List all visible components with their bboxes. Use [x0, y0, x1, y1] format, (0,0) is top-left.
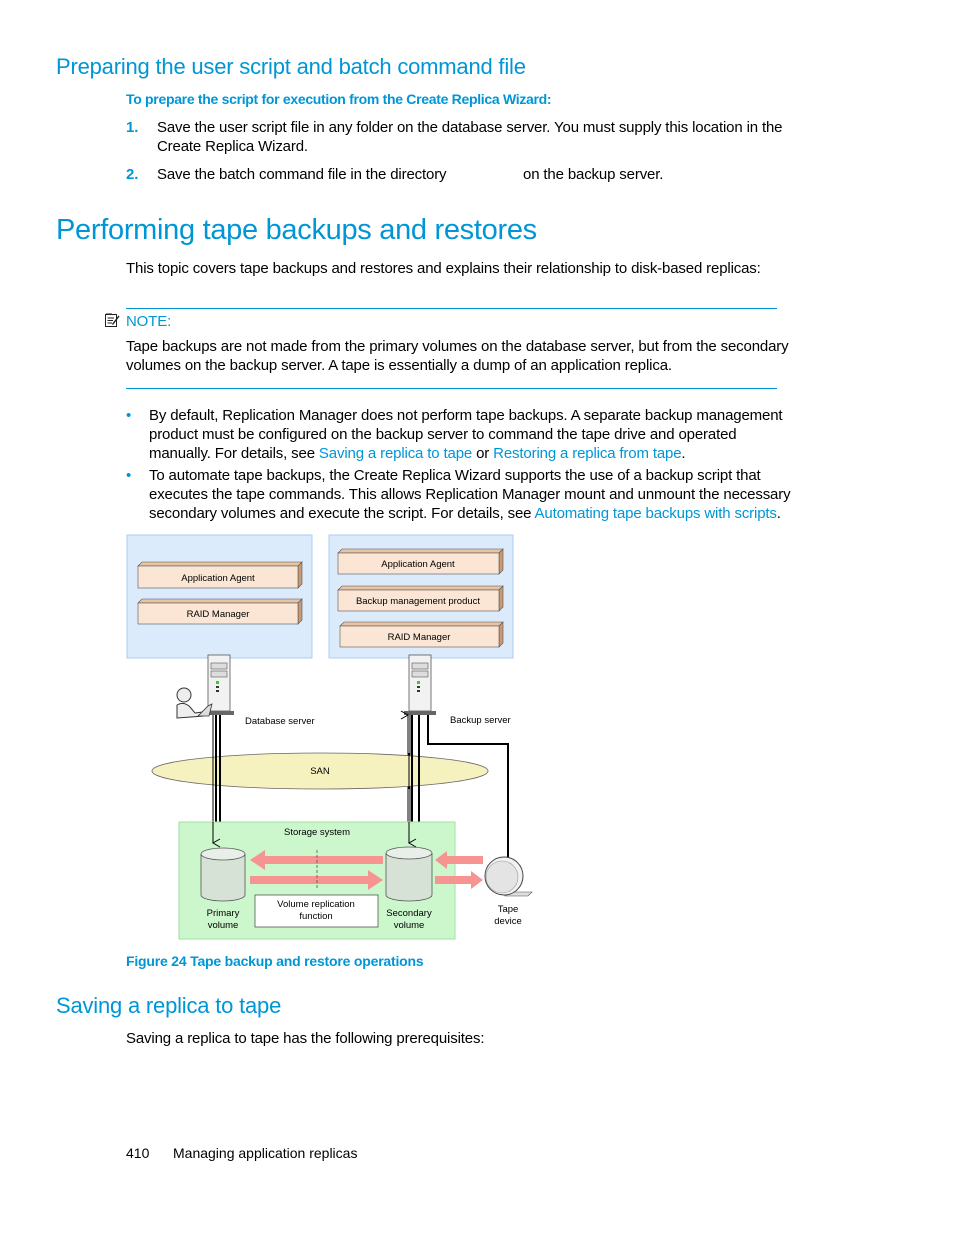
component-label: RAID Manager — [187, 609, 250, 620]
user-icon — [176, 687, 213, 719]
saving-intro-text: Saving a replica to tape has the followi… — [126, 1030, 485, 1047]
tape-device-label: device — [494, 916, 521, 927]
primary-volume-label: Primary — [207, 908, 240, 919]
component-label: RAID Manager — [388, 632, 451, 643]
component-raid-manager-backup: RAID Manager — [339, 621, 504, 648]
page-number: 410 — [126, 1145, 150, 1161]
tape-device-label: Tape — [498, 904, 519, 915]
volume-replication-label: Volume replication — [277, 899, 355, 910]
chapter-title: Managing application replicas — [173, 1145, 358, 1161]
backup-server-icon — [404, 654, 436, 715]
backup-server-label: Backup server — [450, 715, 511, 726]
component-label: Application Agent — [181, 573, 255, 584]
component-application-agent-db: Application Agent — [137, 561, 303, 589]
database-server-label: Database server — [245, 716, 315, 727]
secondary-volume-label: Secondary — [386, 908, 432, 919]
database-server-box — [126, 534, 313, 659]
figure-diagram: Application Agent RAID Manager Applicati… — [126, 534, 533, 940]
secondary-volume-label: volume — [394, 920, 425, 931]
section-heading-saving: Saving a replica to tape — [56, 993, 282, 1018]
secondary-volume-icon — [385, 846, 433, 902]
primary-volume-label: volume — [208, 920, 239, 931]
storage-system-label: Storage system — [284, 827, 350, 838]
component-application-agent-backup: Application Agent — [337, 548, 504, 575]
component-label: Backup management product — [356, 596, 480, 607]
component-label: Application Agent — [381, 559, 455, 570]
san-label: SAN — [310, 766, 330, 777]
component-backup-management-product: Backup management product — [337, 585, 504, 612]
database-server-icon — [202, 654, 234, 715]
tape-device-icon — [484, 856, 533, 897]
figure-caption: Figure 24 Tape backup and restore operat… — [126, 953, 424, 969]
volume-replication-label: function — [299, 911, 332, 922]
component-raid-manager-db: RAID Manager — [137, 598, 303, 625]
primary-volume-icon — [200, 847, 246, 902]
